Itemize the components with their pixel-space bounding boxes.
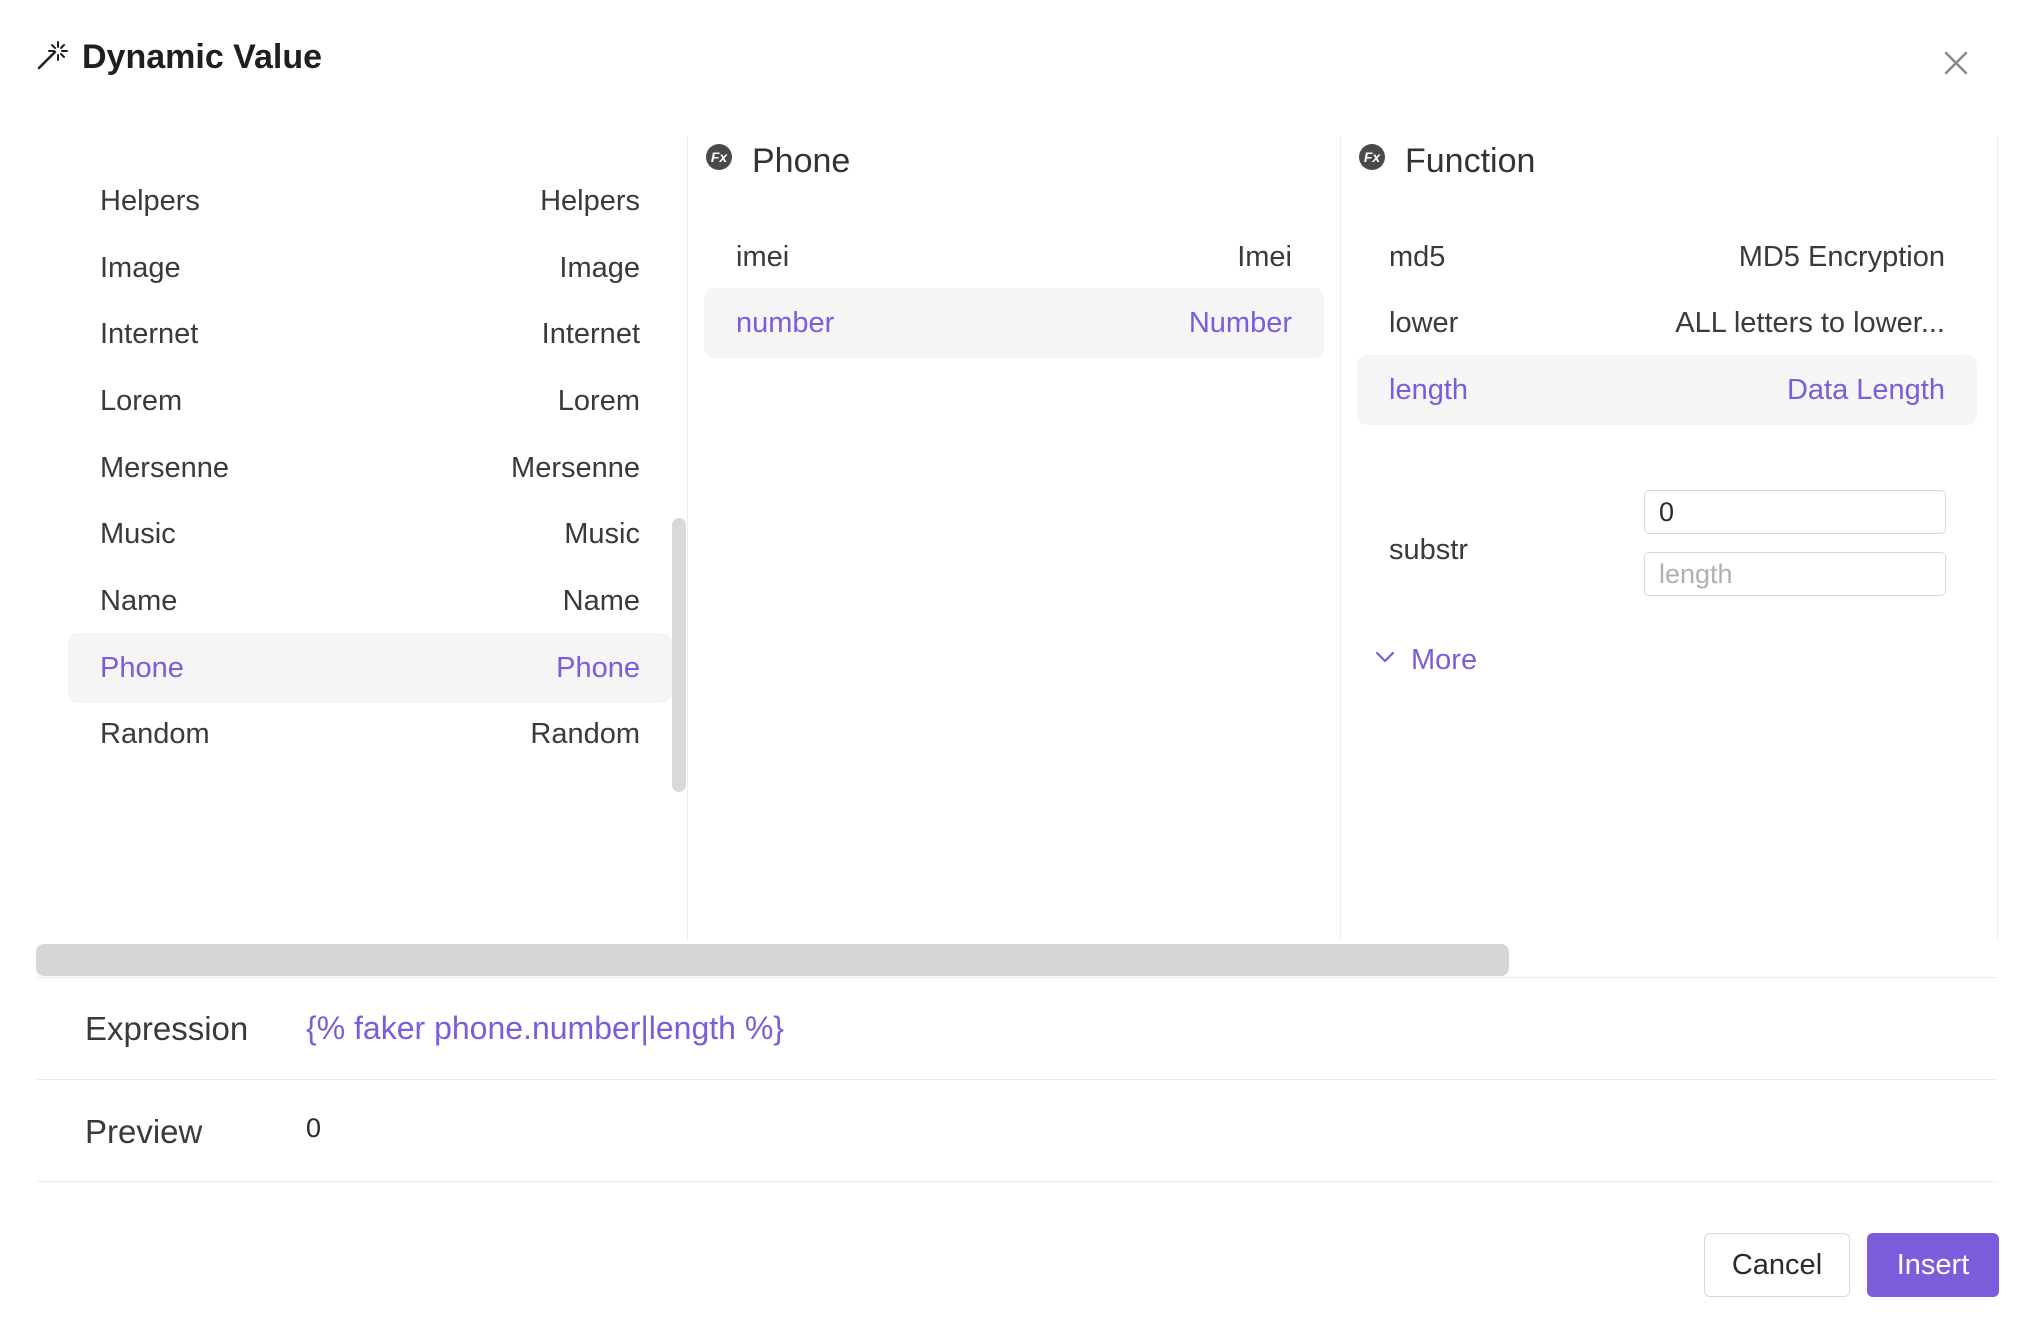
category-item-lorem[interactable]: Lorem Lorem [68,366,672,436]
category-item-name: Internet [100,317,199,350]
function-item-label: MD5 Encryption [1738,240,1945,273]
fx-icon: Fx [1357,142,1387,181]
function-item-md5[interactable]: md5 MD5 Encryption [1357,222,1977,292]
category-item-helpers[interactable]: Helpers Helpers [68,166,672,236]
cancel-button[interactable]: Cancel [1704,1233,1850,1297]
function-item-name: lower [1389,306,1459,339]
category-item-name: Random [100,717,210,750]
fx-icon: Fx [704,142,734,181]
category-item-name: Helpers [100,184,200,217]
chevron-down-icon [1373,644,1397,677]
category-item-mersenne[interactable]: Mersenne Mersenne [68,433,672,503]
phone-column: Fx Phone imei Imei number Number [688,136,1341,940]
category-item-label: Music [564,517,640,550]
phone-item-number[interactable]: number Number [704,288,1324,358]
preview-row: Preview 0 [36,1079,1998,1182]
function-column-header: Fx Function [1357,136,1535,186]
category-item-label: Name [562,584,640,617]
phone-column-title: Phone [752,141,851,180]
phone-item-name: imei [736,240,790,273]
phone-item-imei[interactable]: imei Imei [704,222,1324,292]
category-item-name: Music [100,517,176,550]
more-label: More [1411,644,1478,676]
svg-text:Fx: Fx [711,149,729,165]
category-item-name: Mersenne [100,451,229,484]
category-item-name: Phone [100,651,184,684]
category-item-label: Internet [541,317,640,350]
function-item-name: length [1389,373,1469,406]
function-item-name: md5 [1389,240,1446,273]
horizontal-scrollbar[interactable] [36,944,1998,976]
category-item-music[interactable]: Music Music [68,499,672,569]
dialog-header: Dynamic Value [36,38,322,77]
insert-button[interactable]: Insert [1867,1233,1999,1297]
function-column: Fx Function md5 MD5 Encryption lower ALL… [1341,136,1998,940]
category-vertical-scrollbar[interactable] [672,518,686,792]
columns-container: Helpers Helpers Image Image Internet Int… [36,136,1998,940]
function-item-substr: substr [1357,490,1977,614]
category-item-phone[interactable]: Phone Phone [68,633,672,703]
substr-start-input[interactable] [1644,490,1946,534]
category-item-label: Lorem [557,384,640,417]
function-column-title: Function [1405,141,1536,180]
preview-label: Preview [85,1113,203,1150]
function-item-lower[interactable]: lower ALL letters to lower... [1357,288,1977,358]
phone-item-name: number [736,306,835,339]
category-item-label: Random [530,717,640,750]
function-item-label: Data Length [1786,373,1945,406]
expression-label: Expression [85,1010,249,1047]
category-item-name: Lorem [100,384,183,417]
expression-row: Expression {% faker phone.number|length … [36,977,1998,1079]
category-item-internet[interactable]: Internet Internet [68,299,672,369]
expression-value: {% faker phone.number|length %} [306,1010,784,1046]
category-item-name: Image [100,251,181,284]
dynamic-value-dialog: Dynamic Value Helpers Helpers Image Imag… [0,0,2024,1320]
function-item-length[interactable]: length Data Length [1357,355,1977,425]
category-item-label: Helpers [540,184,640,217]
magic-wand-icon [36,39,68,76]
function-item-label: ALL letters to lower... [1675,306,1945,339]
horizontal-scrollbar-thumb[interactable] [36,944,1509,976]
category-item-label: Phone [556,651,640,684]
category-item-random[interactable]: Random Random [68,699,672,769]
phone-column-header: Fx Phone [704,136,850,186]
phone-item-label: Number [1188,306,1292,339]
category-item-name: Name [100,584,178,617]
svg-text:Fx: Fx [1364,149,1382,165]
phone-item-label: Imei [1237,240,1292,273]
category-item-image[interactable]: Image Image [68,233,672,303]
category-item-name[interactable]: Name Name [68,566,672,636]
close-icon[interactable] [1938,45,1974,81]
category-item-label: Image [559,251,640,284]
category-column: Helpers Helpers Image Image Internet Int… [36,136,688,940]
category-item-label: Mersenne [511,451,640,484]
substr-label: substr [1389,534,1468,566]
dialog-title: Dynamic Value [82,38,323,76]
more-toggle[interactable]: More [1373,644,1477,677]
preview-value: 0 [306,1113,322,1143]
substr-length-input[interactable] [1644,552,1946,596]
